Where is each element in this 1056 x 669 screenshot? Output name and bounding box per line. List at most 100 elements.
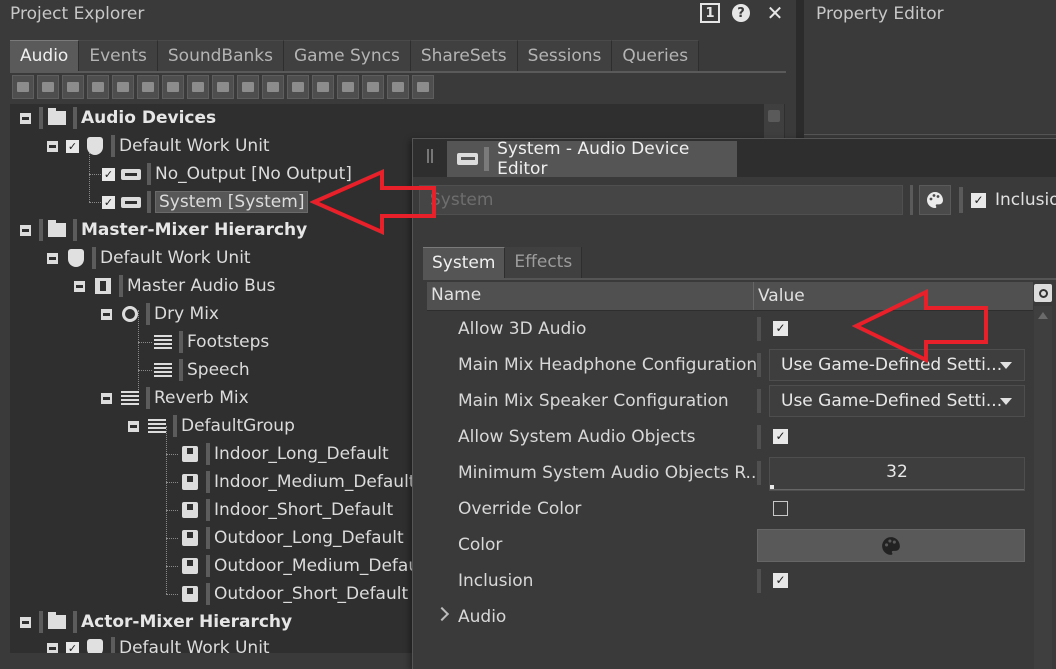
new-music-segment-icon[interactable] — [362, 75, 384, 99]
tree-item-default-work-unit[interactable]: Default Work Unit — [47, 245, 251, 271]
new-mixing-icon[interactable] — [87, 75, 109, 99]
inclusion-checkbox[interactable]: ✓ — [102, 167, 115, 181]
collapse-icon[interactable] — [74, 280, 85, 292]
inclusion-checkbox[interactable]: ✓ — [66, 641, 79, 653]
view-number-badge[interactable]: 1 — [700, 3, 720, 23]
tab-sharesets[interactable]: ShareSets — [410, 40, 518, 71]
audio-device-editor-window: System - Audio Device Editor System ✓ In… — [412, 138, 1056, 669]
tab-effects[interactable]: Effects — [505, 247, 583, 278]
collapse-icon[interactable] — [20, 112, 31, 124]
tree-item-outdoor-short[interactable]: Outdoor_Short_Default — [180, 581, 408, 607]
new-audio-device-icon[interactable] — [412, 75, 434, 99]
property-group-audio[interactable]: Audio — [427, 599, 1033, 635]
collapse-icon[interactable] — [47, 140, 58, 152]
collapse-icon[interactable] — [101, 392, 112, 404]
new-switch-icon[interactable] — [212, 75, 234, 99]
tree-item-system[interactable]: ✓ System [System] — [102, 189, 309, 215]
tree-item-default-work-unit[interactable]: ✓ Default Work Unit — [47, 635, 270, 653]
tree-item-master-audio-bus[interactable]: Master Audio Bus — [74, 273, 275, 299]
editor-header: System - Audio Device Editor — [413, 139, 1056, 179]
tab-queries[interactable]: Queries — [612, 40, 700, 71]
tree-item-reverb-mix[interactable]: Reverb Mix — [101, 385, 249, 411]
collapse-icon[interactable] — [47, 642, 58, 653]
new-sound-voice-icon[interactable] — [287, 75, 309, 99]
editor-title-tab[interactable]: System - Audio Device Editor — [447, 139, 737, 179]
collapse-icon[interactable] — [20, 224, 31, 236]
collapse-icon[interactable] — [47, 252, 58, 264]
tree-item-master-mixer-hierarchy[interactable]: Master-Mixer Hierarchy — [20, 217, 307, 243]
tree-item-audio-devices[interactable]: Audio Devices — [20, 105, 216, 131]
tab-system[interactable]: System — [423, 247, 506, 279]
collapse-icon[interactable] — [128, 420, 139, 432]
aux-bus-icon — [180, 556, 200, 576]
property-row-inclusion: Inclusion ✓ — [427, 563, 1033, 599]
tree-item-indoor-short[interactable]: Indoor_Short_Default — [180, 497, 393, 523]
new-work-unit-icon[interactable] — [12, 75, 34, 99]
tab-soundbanks[interactable]: SoundBanks — [157, 40, 284, 71]
inclusion-property-checkbox[interactable]: ✓ — [773, 573, 788, 588]
close-icon[interactable]: ✕ — [764, 1, 786, 25]
chevron-right-icon[interactable] — [434, 606, 450, 622]
tree-item-indoor-long[interactable]: Indoor_Long_Default — [180, 441, 389, 467]
tab-sessions[interactable]: Sessions — [517, 40, 613, 71]
tab-game-syncs[interactable]: Game Syncs — [283, 40, 411, 71]
tree-item-outdoor-long[interactable]: Outdoor_Long_Default — [180, 525, 404, 551]
tree-item-default-group[interactable]: DefaultGroup — [128, 413, 295, 439]
speaker-config-dropdown[interactable]: Use Game-Defined Setti... — [769, 385, 1025, 417]
help-icon[interactable]: ? — [731, 2, 751, 24]
object-name-field[interactable]: System — [419, 185, 903, 215]
system-audio-objects-checkbox[interactable]: ✓ — [773, 429, 788, 444]
property-row-speaker-config: Main Mix Speaker Configuration Use Game-… — [427, 383, 1033, 419]
new-music-track-icon[interactable] — [387, 75, 409, 99]
tree-item-dry-mix[interactable]: Dry Mix — [101, 301, 219, 327]
aux-bus-icon — [180, 584, 200, 604]
slider-handle[interactable] — [770, 485, 774, 489]
tree-item-actor-mixer-hierarchy[interactable]: Actor-Mixer Hierarchy — [20, 609, 292, 635]
new-folder-icon[interactable] — [37, 75, 59, 99]
bus-list-icon — [147, 416, 167, 436]
new-sound-sfx-icon[interactable] — [262, 75, 284, 99]
tree-label: Indoor_Long_Default — [214, 444, 389, 464]
inclusion-checkbox[interactable]: ✓ — [66, 139, 79, 153]
collapse-icon[interactable] — [20, 616, 31, 628]
column-header-name[interactable]: Name — [431, 285, 481, 305]
drag-grip-icon[interactable] — [427, 149, 433, 163]
tree-item-speech[interactable]: Speech — [153, 357, 250, 383]
folder-icon — [47, 108, 67, 128]
grid-scrollbar[interactable] — [1034, 306, 1052, 669]
new-sequence-icon[interactable] — [162, 75, 184, 99]
property-row-color: Color — [427, 527, 1033, 563]
new-music-switch-icon[interactable] — [312, 75, 334, 99]
palette-icon — [927, 192, 943, 208]
inclusion-checkbox[interactable]: ✓ — [102, 195, 115, 209]
color-palette-button[interactable] — [919, 185, 951, 215]
tree-item-indoor-medium[interactable]: Indoor_Medium_Default — [180, 469, 415, 495]
new-random-icon[interactable] — [187, 75, 209, 99]
new-actor-mixer-icon[interactable] — [137, 75, 159, 99]
tree-label: Dry Mix — [154, 304, 219, 324]
mixing-bus-icon — [120, 304, 140, 324]
property-label: Color — [458, 535, 503, 555]
new-blend-icon[interactable] — [237, 75, 259, 99]
property-row-min-system-audio-objects: Minimum System Audio Objects R... 32 — [427, 455, 1033, 491]
tree-item-outdoor-medium[interactable]: Outdoor_Medium_Default — [180, 553, 431, 579]
tab-audio[interactable]: Audio — [10, 40, 80, 71]
override-color-checkbox[interactable] — [773, 501, 788, 516]
search-icon[interactable] — [1034, 284, 1052, 302]
min-objects-number-field[interactable]: 32 — [769, 457, 1025, 491]
allow-3d-audio-checkbox[interactable]: ✓ — [773, 321, 788, 336]
color-picker-button[interactable] — [757, 529, 1025, 562]
new-blend-container-icon[interactable] — [112, 75, 134, 99]
collapse-icon[interactable] — [101, 308, 112, 320]
inclusion-checkbox[interactable]: ✓ — [971, 193, 986, 208]
aux-bus-icon — [180, 472, 200, 492]
tree-label: Audio Devices — [81, 108, 217, 128]
folder-icon — [47, 220, 67, 240]
tree-label: Default Work Unit — [100, 248, 251, 268]
tree-item-default-work-unit[interactable]: ✓ Default Work Unit — [47, 133, 270, 159]
new-music-playlist-icon[interactable] — [337, 75, 359, 99]
column-header-value[interactable]: Value — [753, 282, 805, 310]
tree-item-footsteps[interactable]: Footsteps — [153, 329, 269, 355]
new-virtual-folder-icon[interactable] — [62, 75, 84, 99]
tab-events[interactable]: Events — [79, 40, 158, 71]
